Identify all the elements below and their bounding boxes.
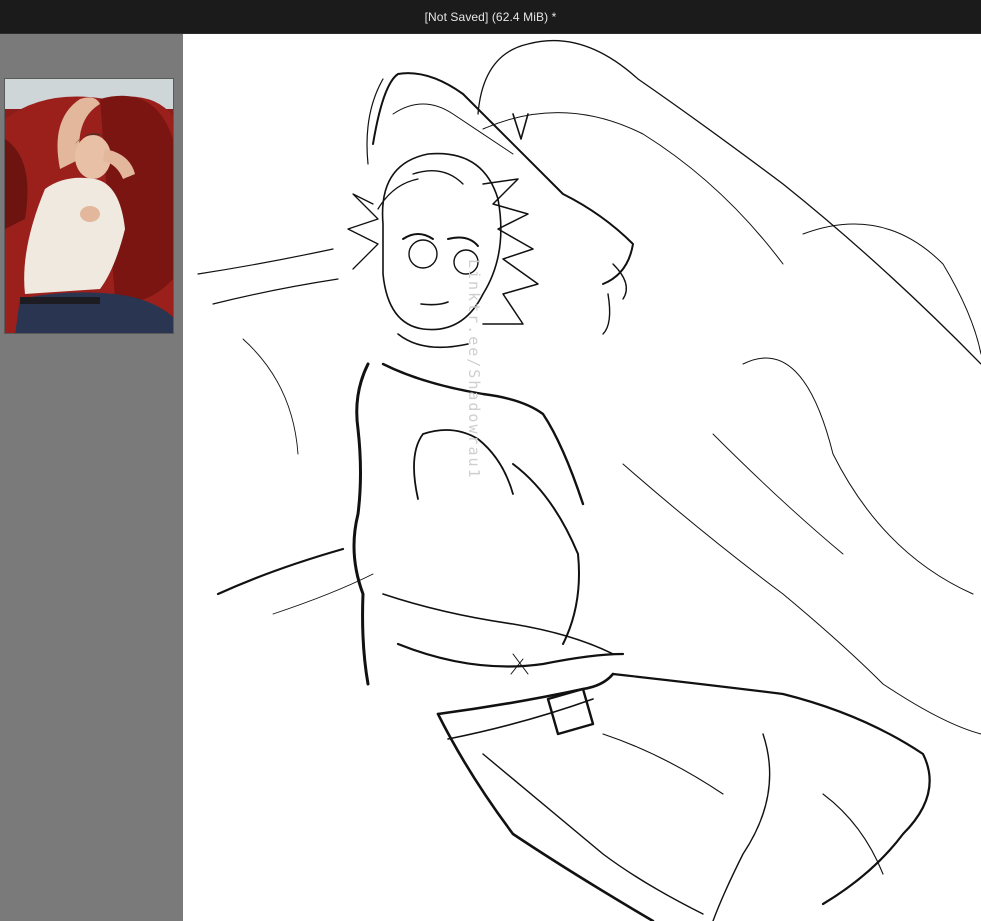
watermark-text: Linktr.ee/Shadowrau1	[465, 259, 483, 480]
window-title: [Not Saved] (62.4 MiB) *	[424, 9, 557, 24]
sketch-lineart	[197, 39, 981, 921]
reference-photo	[5, 79, 173, 333]
reference-image[interactable]	[4, 78, 174, 334]
title-bar: [Not Saved] (62.4 MiB) *	[0, 0, 981, 34]
drawing-canvas[interactable]: Linktr.ee/Shadowrau1	[183, 34, 981, 921]
